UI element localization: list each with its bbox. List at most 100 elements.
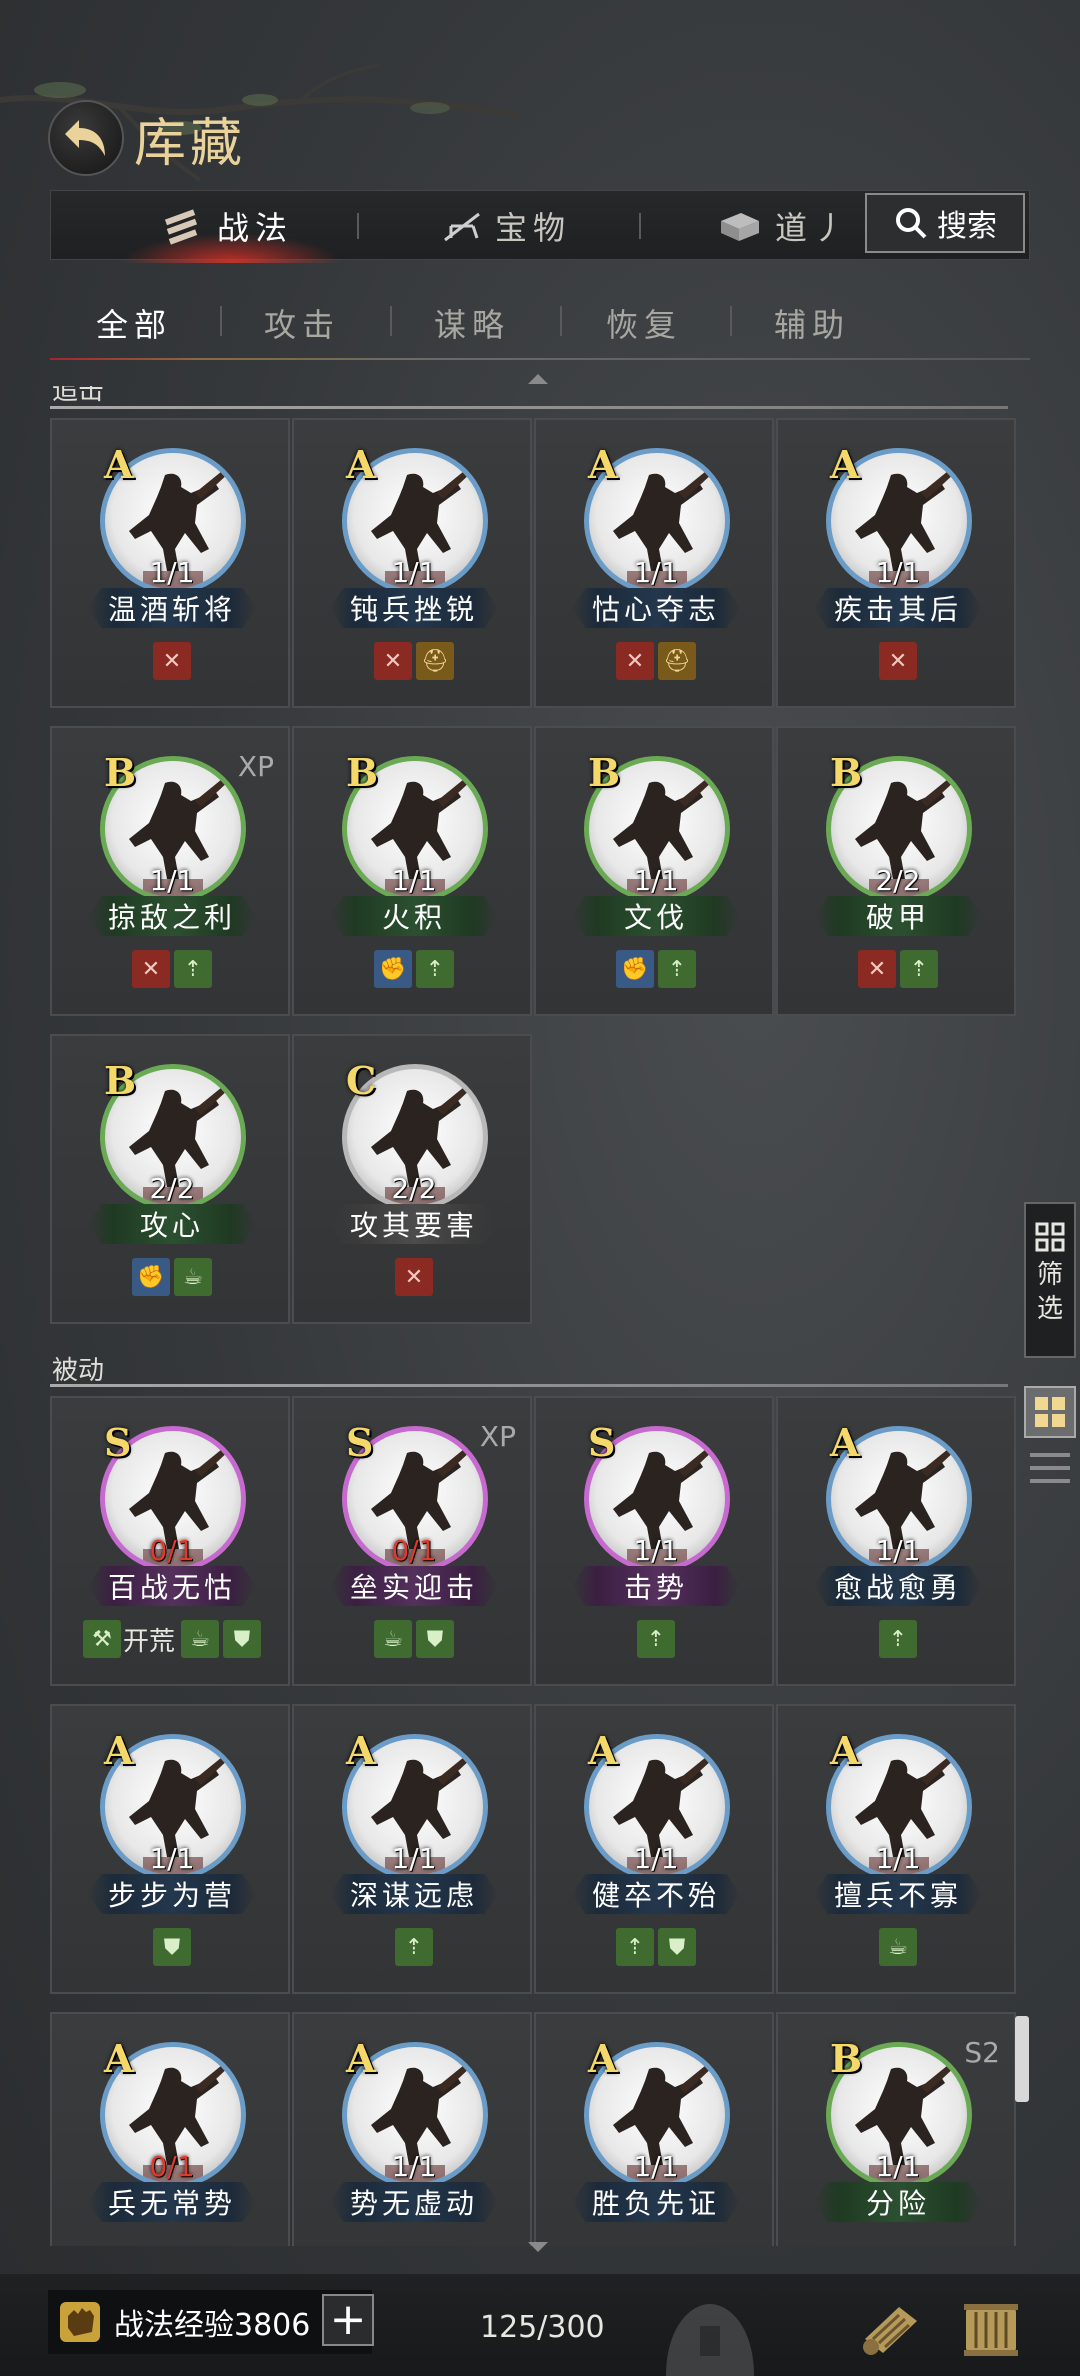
tactic-card[interactable]: B 2/2 破甲 ✕ ⇡ (776, 726, 1016, 1016)
tactic-tags: ⇡ ⛊ (536, 1928, 776, 1966)
list-view-icon (1030, 1452, 1070, 1457)
grade-badge: A (104, 1728, 134, 1773)
tactic-tags: ☕ ⛊ (294, 1620, 534, 1658)
subtab-all[interactable]: 全部 (96, 300, 172, 346)
tactic-name: 火积 (330, 896, 498, 936)
grade-badge: B (104, 1058, 137, 1103)
tactic-card[interactable]: A 1/1 怙心夺志 ✕ ⛑ (534, 418, 774, 708)
section-divider (50, 1384, 1008, 1387)
tactic-count: 1/1 (149, 1842, 195, 1875)
scroll-down-indicator (528, 2242, 548, 2252)
exp-fist-icon (52, 2294, 108, 2350)
scrollbar-thumb[interactable] (1015, 2016, 1029, 2102)
fist-icon: ✊ (132, 1258, 170, 1296)
tactic-card[interactable]: B S2 1/1 分险 (776, 2012, 1016, 2246)
scroll-exchange-icon (863, 2307, 917, 2355)
section-label-pursuit: 追击 (52, 386, 105, 406)
tactic-name: 攻心 (88, 1204, 256, 1244)
tactic-name: 击势 (572, 1566, 740, 1606)
tactic-card[interactable]: S 1/1 击势 ⇡ (534, 1396, 774, 1686)
grade-badge: A (346, 442, 376, 487)
tactic-tags: ✊ ⇡ (536, 950, 776, 988)
buff-icon: ⇡ (616, 1928, 654, 1966)
crossed-swords-icon: ✕ (879, 642, 917, 680)
tactic-name: 健卒不殆 (572, 1874, 740, 1914)
grid-view-button[interactable] (1024, 1386, 1076, 1438)
helmet-icon: ⛑ (658, 642, 696, 680)
subtab-strategy[interactable]: 谋略 (434, 300, 510, 346)
tactic-card[interactable]: C 2/2 攻其要害 ✕ (292, 1034, 532, 1324)
crossed-swords-icon: ✕ (395, 1258, 433, 1296)
crossed-swords-icon: ✕ (616, 642, 654, 680)
tactic-card[interactable]: A 1/1 愈战愈勇 ⇡ (776, 1396, 1016, 1686)
tactic-name: 深谋远虑 (330, 1874, 498, 1914)
tab-items[interactable]: 道丿 (717, 191, 851, 261)
tactic-card[interactable]: A 1/1 疾击其后 ✕ (776, 418, 1016, 708)
tactic-card[interactable]: S XP 0/1 垒实迎击 ☕ ⛊ (292, 1396, 532, 1686)
exchange-button[interactable] (856, 2296, 926, 2362)
tactic-tags: ⚒ 开荒 ☕ ⛊ (52, 1620, 292, 1658)
tactic-card[interactable]: A 1/1 势无虚动 (292, 2012, 532, 2246)
subtab-underline (50, 358, 1030, 360)
tactic-tags: ✕ ⇡ (52, 950, 292, 988)
tab-divider (357, 213, 359, 239)
tactic-count: 1/1 (391, 2150, 437, 2183)
tactic-card[interactable]: B 1/1 文伐 ✊ ⇡ (534, 726, 774, 1016)
grade-badge: A (346, 1728, 376, 1773)
tab-treasure[interactable]: 宝物 (441, 191, 571, 261)
bottom-bar: 战法经验3806 + 125/300 (0, 2274, 1080, 2376)
tactic-card[interactable]: A 1/1 深谋远虑 ⇡ (292, 1704, 532, 1994)
grade-badge: B (346, 750, 379, 795)
add-exp-button[interactable]: + (322, 2294, 374, 2346)
subtab-support[interactable]: 辅助 (774, 300, 850, 346)
tactic-card[interactable]: S 0/1 百战无怙 ⚒ 开荒 ☕ ⛊ (50, 1396, 290, 1686)
tactic-card[interactable]: B 2/2 攻心 ✊ ☕ (50, 1034, 290, 1324)
search-button[interactable]: 搜索 (865, 193, 1025, 253)
tab-label: 宝物 (495, 209, 572, 247)
tactic-card[interactable]: A 1/1 钝兵挫锐 ✕ ⛑ (292, 418, 532, 708)
grade-badge: A (830, 1420, 860, 1465)
collection-button[interactable] (956, 2296, 1026, 2362)
tactic-card[interactable]: A 1/1 步步为营 ⛊ (50, 1704, 290, 1994)
subtab-recovery[interactable]: 恢复 (606, 300, 682, 346)
tactic-tags: ✊ ☕ (52, 1258, 292, 1296)
tactic-card[interactable]: B 1/1 火积 ✊ ⇡ (292, 726, 532, 1016)
list-view-button[interactable] (1030, 1448, 1070, 1488)
season-tag: XP (237, 750, 274, 783)
tactic-card[interactable]: A 0/1 兵无常势 (50, 2012, 290, 2246)
grid-filter-icon (1035, 1222, 1065, 1252)
crossed-swords-icon: ✕ (374, 642, 412, 680)
subtab-divider (390, 306, 392, 336)
tactic-name: 步步为营 (88, 1874, 256, 1914)
tab-tactics[interactable]: 战法 (161, 191, 293, 261)
grade-badge: B (104, 750, 137, 795)
tactic-tags: ⇡ (778, 1620, 1018, 1658)
grade-badge: S (104, 1420, 132, 1465)
teapot-icon: ☕ (879, 1928, 917, 1966)
subtab-attack[interactable]: 攻击 (264, 300, 340, 346)
helmet-watermark-icon (666, 2304, 754, 2376)
grade-badge: C (346, 1058, 377, 1103)
tactic-count: 1/1 (391, 864, 437, 897)
filter-button[interactable]: 筛选 (1024, 1202, 1076, 1358)
tactic-card[interactable]: A 1/1 擅兵不寡 ☕ (776, 1704, 1016, 1994)
tactic-count: 1/1 (875, 1842, 921, 1875)
tactic-name: 擅兵不寡 (814, 1874, 982, 1914)
tactic-count: 1/1 (633, 1534, 679, 1567)
tactic-card[interactable]: A 1/1 胜负先证 (534, 2012, 774, 2246)
grid-view-icon (1035, 1397, 1065, 1427)
teapot-icon: ☕ (181, 1620, 219, 1658)
tactic-tags: ⇡ (536, 1620, 776, 1658)
back-button[interactable] (48, 100, 124, 176)
subtab-divider (730, 306, 732, 336)
tactics-list[interactable]: 追击 A 1/1 温酒斩将 ✕ A 1/1 钝兵挫锐 ✕ ⛑ A 1/1 怙心夺志 ✕ ⛑ A 1/1 疾击其后… (50, 386, 1030, 2246)
tactic-name: 钝兵挫锐 (330, 588, 498, 628)
tactic-tags: ☕ (778, 1928, 1018, 1966)
section-divider (50, 406, 1008, 409)
page-header: 库藏 (48, 98, 246, 178)
subtab-divider (560, 306, 562, 336)
tactic-card[interactable]: A 1/1 温酒斩将 ✕ (50, 418, 290, 708)
tactic-card[interactable]: A 1/1 健卒不殆 ⇡ ⛊ (534, 1704, 774, 1994)
buff-icon: ⇡ (658, 950, 696, 988)
tactic-card[interactable]: B XP 1/1 掠敌之利 ✕ ⇡ (50, 726, 290, 1016)
